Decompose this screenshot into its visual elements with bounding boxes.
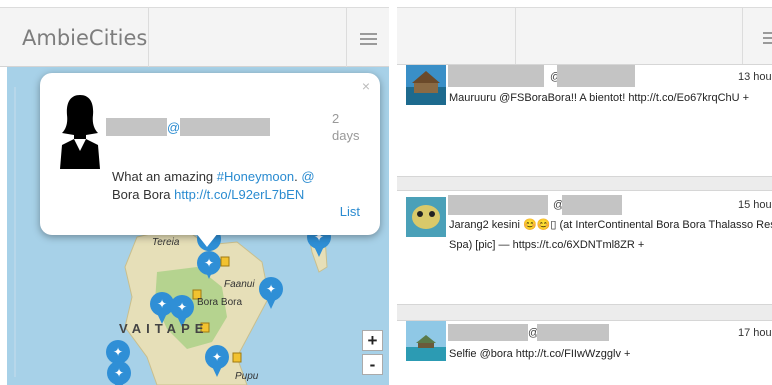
close-icon[interactable]: ×: [362, 78, 370, 94]
app-title: AmbieCities: [22, 26, 148, 50]
poi-icon: [232, 352, 242, 363]
map-label-faanui: Faanui: [224, 279, 255, 290]
svg-text:✦: ✦: [113, 345, 123, 359]
tweet-time: 2 days: [332, 111, 360, 143]
map-panel: AmbieCities ✦ ✦ ✦ ✦ ✦ ✦ ✦ ✦ Tereia Faanu…: [0, 0, 389, 385]
redacted-handle: [537, 324, 609, 341]
map-label-pupu: Pupu: [235, 371, 259, 382]
at-sign: @: [167, 120, 181, 135]
svg-text:✦: ✦: [177, 300, 187, 314]
list-item[interactable]: @ 17 hou Selfie @bora http://t.co/FIIwWz…: [397, 320, 772, 385]
tweet-text-part: Bora Bora: [112, 187, 175, 202]
menu-button[interactable]: [750, 8, 772, 65]
tweet-url-link[interactable]: http://t.co/L92erL7bEN: [174, 187, 304, 202]
tweet-text: What an amazing #Honeymoon. @ Bora Bora …: [112, 168, 342, 204]
map-label-bora-bora: Bora Bora: [197, 297, 243, 308]
list-separator: [397, 305, 772, 321]
list-header: [397, 7, 772, 65]
header-divider: [742, 8, 743, 65]
map-label-vaitape: VAITAPE: [119, 321, 209, 336]
tweet-text-part: What an amazing: [112, 169, 217, 184]
redacted-username: [448, 324, 528, 341]
header-divider: [515, 8, 516, 65]
redacted-handle: [180, 118, 270, 136]
poi-icon: [220, 256, 230, 267]
marker-icon[interactable]: ✦: [107, 361, 131, 385]
svg-text:✦: ✦: [204, 256, 214, 270]
redacted-username: [448, 65, 544, 87]
tweet-time: 17 hou: [738, 327, 772, 339]
menu-button[interactable]: [347, 8, 389, 67]
hamburger-icon-line: [763, 37, 772, 39]
mention-link[interactable]: @: [301, 169, 314, 184]
zoom-in-button[interactable]: +: [362, 330, 383, 351]
tweet-text: Jarang2 kesini 😊😊▯ (at InterContinental …: [449, 219, 772, 231]
list-item[interactable]: @ 13 hou Mauruuru @FSBoraBora!! A biento…: [397, 64, 772, 177]
hamburger-icon: [763, 32, 772, 34]
redacted-handle: [562, 195, 622, 215]
svg-text:✦: ✦: [114, 366, 124, 380]
list-item[interactable]: @ 15 hou Jarang2 kesini 😊😊▯ (at InterCon…: [397, 190, 772, 305]
list-link[interactable]: List: [340, 204, 360, 219]
header-divider: [148, 8, 149, 67]
tweet-thumbnail: [406, 197, 446, 237]
zoom-out-button[interactable]: -: [362, 354, 383, 375]
tweet-list-panel: @ 13 hou Mauruuru @FSBoraBora!! A biento…: [397, 0, 772, 385]
svg-text:✦: ✦: [157, 297, 167, 311]
tweet-popup: × @ 2 days What an amazing #Honeymoon. @…: [40, 73, 380, 235]
redacted-username: [106, 118, 167, 136]
hashtag-link[interactable]: #Honeymoon: [217, 169, 294, 184]
map-label-tereia: Tereia: [152, 237, 180, 248]
popup-pointer: [196, 233, 218, 247]
tweet-thumbnail: [406, 65, 446, 105]
hamburger-icon-line: [763, 42, 772, 44]
user-avatar-icon: [60, 95, 100, 169]
tweet-text-line2: Spa) [pic] — https://t.co/6XDNTml8ZR +: [449, 239, 645, 251]
svg-text:✦: ✦: [266, 282, 276, 296]
hamburger-icon: [360, 33, 377, 35]
hamburger-icon-line: [360, 43, 377, 45]
hamburger-icon-line: [360, 38, 377, 40]
tweet-thumbnail: [406, 321, 446, 361]
svg-text:✦: ✦: [212, 350, 222, 364]
tweet-text: Selfie @bora http://t.co/FIIwWzgglv +: [449, 348, 631, 360]
tweet-time: 13 hou: [738, 71, 772, 83]
redacted-username: [448, 195, 548, 215]
list-separator: [397, 177, 772, 191]
app-header: AmbieCities: [0, 7, 389, 67]
panel-divider: [389, 0, 397, 385]
redacted-handle: [557, 65, 635, 87]
tweet-text: Mauruuru @FSBoraBora!! A bientot! http:/…: [449, 92, 750, 104]
tweet-time: 15 hou: [738, 199, 772, 211]
